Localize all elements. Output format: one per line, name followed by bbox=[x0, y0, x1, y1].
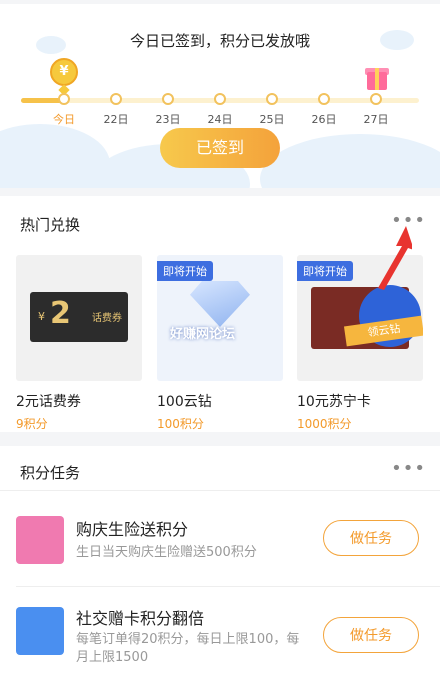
day-label: 今日 bbox=[53, 113, 75, 126]
task-row: 购庆生险送积分 生日当天购庆生险赠送500积分 做任务 bbox=[0, 496, 440, 590]
day-22: 22日 bbox=[96, 93, 136, 127]
day-dot bbox=[110, 93, 122, 105]
exchange-item[interactable]: ¥ 2 话费券 2元话费券 9积分 bbox=[16, 255, 142, 432]
gift-ribbon bbox=[375, 68, 379, 90]
item-image: 即将开始 bbox=[157, 255, 283, 381]
checkin-card: 今日已签到，积分已发放哦 ¥ 今日 22日 23日 24日 25日 26日 27… bbox=[0, 4, 440, 188]
task-row: 社交赠卡积分翻倍 每笔订单得20积分，每日上限100，每月上限1500 做任务 bbox=[0, 587, 440, 681]
day-label: 25日 bbox=[259, 113, 285, 126]
day-label: 22日 bbox=[103, 113, 129, 126]
voucher-graphic: ¥ 2 话费券 bbox=[30, 292, 128, 342]
voucher-amount: 2 bbox=[50, 296, 71, 331]
day-dot bbox=[58, 93, 70, 105]
do-task-button[interactable]: 做任务 bbox=[323, 617, 419, 653]
do-task-button[interactable]: 做任务 bbox=[323, 520, 419, 556]
voucher-currency: ¥ bbox=[38, 310, 45, 323]
divider bbox=[0, 490, 440, 491]
task-description: 每笔订单得20积分，每日上限100，每月上限1500 bbox=[76, 632, 300, 665]
points-tasks-section: 积分任务 ••• 购庆生险送积分 生日当天购庆生险赠送500积分 做任务 社交赠… bbox=[0, 446, 440, 681]
section-title: 积分任务 bbox=[20, 464, 81, 482]
day-today: 今日 bbox=[44, 93, 84, 127]
item-name: 2元话费券 bbox=[16, 394, 81, 410]
day-label: 23日 bbox=[155, 113, 181, 126]
task-title: 社交赠卡积分翻倍 bbox=[76, 609, 205, 628]
day-dot bbox=[214, 93, 226, 105]
voucher-tag: 话费券 bbox=[92, 313, 122, 324]
day-25: 25日 bbox=[252, 93, 292, 127]
item-name: 100云钻 bbox=[157, 394, 212, 410]
day-26: 26日 bbox=[304, 93, 344, 127]
exchange-item[interactable]: 即将开始 100云钻 100积分 bbox=[157, 255, 283, 432]
signed-in-button[interactable]: 已签到 bbox=[160, 128, 280, 168]
cake-icon bbox=[16, 516, 64, 564]
item-name: 10元苏宁卡 bbox=[297, 394, 371, 410]
day-dot bbox=[370, 93, 382, 105]
day-dot bbox=[162, 93, 174, 105]
watermark-text: 好赚网论坛 bbox=[170, 327, 236, 342]
diamond-icon bbox=[190, 281, 250, 327]
gift-card-icon bbox=[16, 607, 64, 655]
day-dot bbox=[318, 93, 330, 105]
day-27: 27日 bbox=[356, 93, 396, 127]
cloud-decoration bbox=[260, 134, 440, 188]
day-dot bbox=[266, 93, 278, 105]
day-label: 26日 bbox=[311, 113, 337, 126]
item-points: 1000积分 bbox=[297, 417, 352, 431]
coming-soon-badge: 即将开始 bbox=[157, 261, 213, 281]
day-24: 24日 bbox=[200, 93, 240, 127]
day-label: 27日 bbox=[363, 113, 389, 126]
coin-icon: ¥ bbox=[50, 58, 78, 86]
task-title: 购庆生险送积分 bbox=[76, 520, 189, 539]
item-points: 100积分 bbox=[157, 417, 204, 431]
coming-soon-badge: 即将开始 bbox=[297, 261, 353, 281]
item-image: ¥ 2 话费券 bbox=[16, 255, 142, 381]
red-arrow-annotation bbox=[378, 226, 412, 290]
more-icon[interactable]: ••• bbox=[391, 458, 426, 479]
task-description: 生日当天购庆生险赠送500积分 bbox=[76, 545, 257, 560]
day-label: 24日 bbox=[207, 113, 233, 126]
day-23: 23日 bbox=[148, 93, 188, 127]
section-title: 热门兑换 bbox=[20, 216, 81, 234]
checkin-status-title: 今日已签到，积分已发放哦 bbox=[129, 32, 310, 50]
item-points: 9积分 bbox=[16, 417, 48, 431]
